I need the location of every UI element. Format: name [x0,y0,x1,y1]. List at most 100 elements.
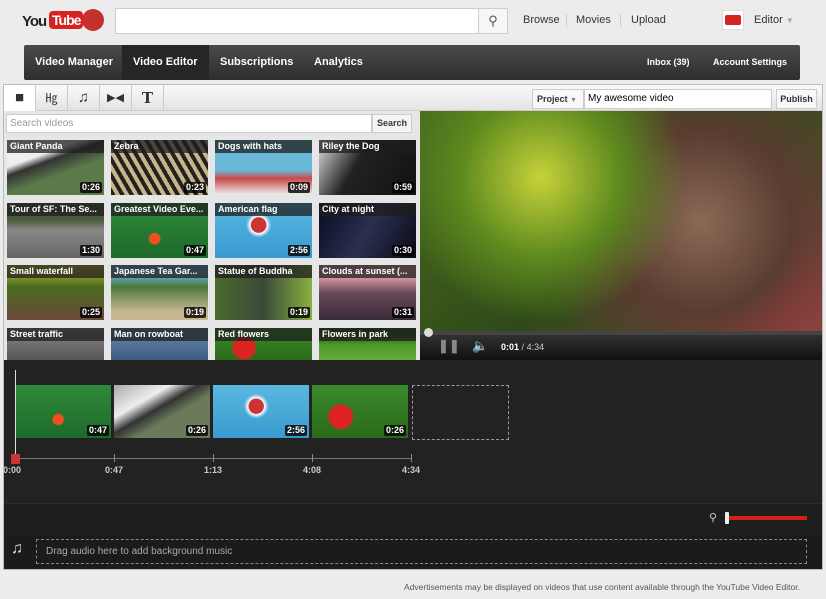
timeline-clip[interactable]: 0:26 [114,385,210,438]
youtube-logo[interactable]: You Tube [22,8,104,34]
search-button[interactable]: ⚲ [478,8,508,34]
video-thumbnail[interactable]: Japanese Tea Gar... 0:19 [111,265,208,320]
video-thumbnail[interactable]: Flowers in park [319,327,416,361]
video-title: Statue of Buddha [215,265,312,278]
video-thumbnail[interactable]: Dogs with hats 0:09 [215,140,312,195]
video-thumbnail[interactable]: Man on rowboat [111,327,208,361]
video-search-button[interactable]: Search [372,114,412,133]
user-name: Editor [754,14,783,26]
video-camera-icon[interactable]: ■ [4,85,36,111]
video-duration: 0:19 [183,307,206,318]
video-title: City at night [319,202,416,216]
video-thumbnail[interactable]: Giant Panda 0:26 [7,140,104,195]
video-thumbnail[interactable]: City at night 0:30 [319,202,416,258]
playhead-marker[interactable] [11,454,20,464]
volume-icon[interactable]: 🔈 [472,338,488,354]
video-title: Giant Panda [7,140,104,153]
browse-link[interactable]: Browse [523,14,560,26]
video-title: Zebra [111,140,208,153]
ruler-label: 0:47 [105,465,124,475]
audio-drop-zone[interactable]: Drag audio here to add background music [36,539,807,564]
ruler-label: 0:00 [3,465,22,475]
clip-duration: 0:26 [383,425,406,436]
video-title: Greatest Video Eve... [111,202,208,216]
video-thumbnail[interactable]: Red flowers [215,327,312,361]
ruler-label: 4:34 [402,465,421,475]
video-title: Small waterfall [7,265,104,278]
seek-bar[interactable] [420,331,822,335]
pause-button[interactable]: ❚❚ [438,338,460,354]
footer-note: Advertisements may be displayed on video… [404,582,800,592]
ruler-label: 1:13 [204,465,223,475]
search-icon: ⚲ [488,13,498,28]
video-title: Riley the Dog [319,140,416,153]
movies-link[interactable]: Movies [576,14,611,26]
video-title: Flowers in park [319,327,416,341]
video-thumbnail[interactable]: Statue of Buddha 0:19 [215,265,312,320]
video-search-input[interactable]: Search videos [6,114,372,133]
zoom-slider-handle[interactable] [725,512,729,524]
playhead[interactable] [15,370,16,462]
video-thumbnail[interactable]: American flag 2:56 [215,202,312,258]
ruler-tick [312,454,313,462]
tab-video-manager[interactable]: Video Manager [24,45,124,80]
total-time: 4:34 [526,342,545,352]
account-settings-link[interactable]: Account Settings [713,45,787,80]
project-name-input[interactable]: My awesome video [584,89,772,109]
video-title: Dogs with hats [215,140,312,153]
video-title: Man on rowboat [111,327,208,341]
time-separator: / [521,342,525,352]
video-title: American flag [215,202,312,216]
clip-drop-zone[interactable] [412,385,509,440]
video-thumbnail[interactable]: Tour of SF: The Se... 1:30 [7,202,104,258]
tab-analytics[interactable]: Analytics [303,45,374,80]
video-thumbnail[interactable]: Greatest Video Eve... 0:47 [111,202,208,258]
video-thumbnail[interactable]: Zebra 0:23 [111,140,208,195]
video-thumbnail[interactable]: Small waterfall 0:25 [7,265,104,320]
music-note-icon[interactable]: ♫ [68,85,100,111]
video-thumbnail[interactable]: Riley the Dog 0:59 [319,140,416,195]
chevron-down-icon: ▼ [785,16,794,25]
ruler-tick [114,454,115,462]
avatar[interactable] [722,10,744,30]
zoom-icon: ⚲ [709,512,718,524]
inbox-link[interactable]: Inbox (39) [647,45,690,80]
ruler-tick [411,454,412,462]
project-dropdown[interactable]: Project ▼ [532,89,584,109]
music-note-icon: ♫ [11,540,23,557]
video-title: Clouds at sunset (... [319,265,416,278]
video-duration: 0:31 [391,307,414,318]
video-duration: 0:23 [183,182,206,193]
video-duration: 0:25 [79,307,102,318]
divider [620,14,621,27]
clip-duration: 0:47 [86,425,109,436]
cc-icon[interactable]: ㋌ [36,85,68,111]
phone-icon [82,9,104,31]
video-preview[interactable] [420,111,822,333]
video-title: Red flowers [215,327,312,341]
text-icon[interactable]: T [132,85,164,111]
player-controls: ❚❚ 🔈 0:01 / 4:34 [420,333,822,360]
video-duration: 2:56 [287,244,310,256]
user-menu[interactable]: Editor ▼ [754,14,794,26]
video-thumbnail[interactable]: Street traffic [7,327,104,361]
transition-icon[interactable]: ▶◀ [100,85,132,111]
timeline-clip[interactable]: 0:26 [312,385,408,438]
video-thumbnail[interactable]: Clouds at sunset (... 0:31 [319,265,416,320]
tab-video-editor[interactable]: Video Editor [122,45,209,80]
zoom-slider[interactable] [727,516,807,520]
timeline-clip[interactable]: 2:56 [213,385,309,438]
video-duration: 0:30 [391,244,414,256]
project-label: Project [537,94,568,104]
video-duration: 0:26 [79,182,102,193]
search-input[interactable] [115,8,508,34]
upload-link[interactable]: Upload [631,14,666,26]
seek-handle[interactable] [424,328,433,337]
video-duration: 0:19 [287,307,310,318]
timeline-clip[interactable]: 0:47 [15,385,111,438]
ruler-label: 4:08 [303,465,322,475]
divider [566,14,567,27]
chevron-down-icon: ▼ [570,97,577,104]
publish-button[interactable]: Publish [776,89,817,109]
tab-subscriptions[interactable]: Subscriptions [209,45,304,80]
